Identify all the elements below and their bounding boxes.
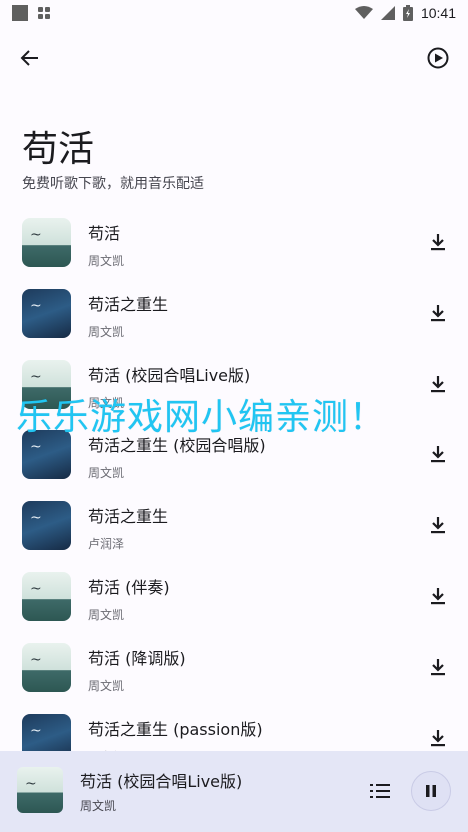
cover-art-icon: ~ [30, 510, 42, 527]
back-button[interactable] [10, 38, 50, 78]
grid-icon [38, 7, 50, 19]
download-icon [431, 587, 445, 605]
song-title: 苟活 (伴奏) [88, 577, 170, 597]
download-icon [431, 729, 445, 746]
song-artist: 周文凯 [88, 466, 125, 481]
download-icon [431, 234, 445, 251]
download-icon [431, 304, 445, 321]
now-playing-cover[interactable]: ~ [17, 767, 63, 813]
top-app-bar [0, 38, 468, 78]
download-button[interactable] [426, 372, 450, 396]
page-title: 苟活 [22, 129, 95, 170]
album-cover: ~ [22, 571, 71, 621]
song-list-item[interactable]: ~ 苟活之重生周文凯 [0, 279, 468, 350]
download-icon [431, 658, 445, 675]
song-title: 苟活 (降调版) [88, 648, 186, 668]
wifi-icon [354, 6, 373, 19]
song-list-item[interactable]: ~ 苟活 (降调版) 周文凯 [0, 633, 468, 704]
queue-list-icon [370, 784, 390, 798]
now-playing-title: 苟活 (校园合唱Live版) [80, 772, 243, 791]
cover-art-icon: ~ [30, 580, 42, 597]
song-artist: 周文凯 [88, 607, 125, 622]
download-button[interactable] [426, 442, 450, 466]
song-artist: 周文凯 [88, 254, 125, 268]
status-time: 10:41 [420, 5, 456, 21]
song-list-item[interactable]: ~ 苟活周文凯 [0, 208, 468, 279]
play-circle-icon [427, 47, 449, 69]
queue-button[interactable] [366, 777, 394, 805]
cover-art-icon: ~ [30, 651, 42, 668]
download-icon [431, 446, 445, 463]
pause-button[interactable] [411, 771, 451, 811]
download-icon [431, 375, 445, 392]
song-title: 苟活之重生 (passion版) [88, 719, 263, 739]
song-list-item[interactable]: ~苟活之重生 (passion版)周文凯 [0, 704, 468, 751]
cover-art-icon: ~ [30, 368, 42, 385]
song-title: 苟活 (校园合唱Live版) [88, 365, 251, 385]
song-artist: 周文凯 [88, 324, 125, 339]
download-button[interactable] [426, 301, 450, 325]
album-cover: ~ [22, 713, 71, 751]
album-cover: ~ [22, 218, 71, 267]
song-list[interactable]: ~ 苟活 周文凯 ~ 苟活之重生 周文凯 ~ 苟活 (校园合唱Live版) 周文凯 ~ 苟活之重生 … [0, 208, 468, 751]
song-title: 苟活之重生 [88, 507, 169, 527]
cover-art-icon: ~ [30, 227, 42, 243]
arrow-left-icon [20, 50, 38, 66]
cover-art-icon: ~ [30, 297, 42, 314]
watermark-text: 乐乐游戏网小编亲测！ [16, 397, 387, 438]
pause-icon [426, 785, 436, 797]
cover-art-icon: ~ [25, 776, 37, 792]
album-cover: ~ [22, 501, 71, 551]
cover-art-icon: ~ [30, 722, 42, 739]
gallery-icon [12, 5, 28, 21]
song-list-item[interactable]: ~ 苟活之重生卢润泽 [0, 491, 468, 562]
download-icon [431, 517, 445, 534]
cover-art-icon: ~ [30, 439, 42, 456]
now-playing-artist: 周文凯 [80, 799, 117, 813]
download-button[interactable] [426, 655, 450, 679]
signal-icon [380, 6, 395, 20]
song-title: 苟活 [88, 224, 121, 243]
song-artist: 卢润泽 [88, 537, 125, 552]
page-subtitle: 免费听歌下歌，就用音乐配适 [22, 176, 204, 192]
album-cover: ~ [22, 642, 71, 692]
battery-icon [402, 5, 413, 21]
song-title: 苟活之重生 [88, 294, 169, 314]
play-all-button[interactable] [418, 38, 458, 78]
status-bar: 10:41 [0, 0, 468, 26]
song-list-item[interactable]: ~ 苟活 (伴奏) 周文凯 [0, 562, 468, 633]
song-artist: 周文凯 [88, 678, 125, 693]
now-playing-bar[interactable]: ~ 苟活 (校园合唱Live版) 周文凯 [0, 751, 468, 832]
album-cover: ~ [22, 288, 71, 338]
download-button[interactable] [426, 230, 450, 254]
download-button[interactable] [426, 513, 450, 537]
download-button[interactable] [426, 584, 450, 608]
download-button[interactable] [426, 726, 450, 750]
